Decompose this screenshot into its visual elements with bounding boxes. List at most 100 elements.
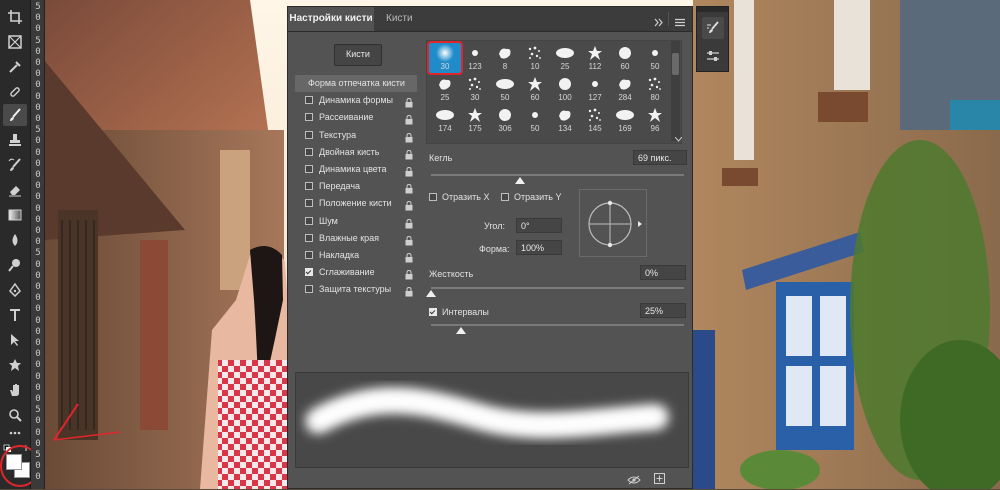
brush-icon[interactable]: [3, 104, 27, 126]
eyedropper-icon[interactable]: [3, 56, 27, 78]
scrollbar-thumb[interactable]: [672, 53, 679, 75]
lock-icon[interactable]: [405, 267, 413, 280]
lock-icon[interactable]: [405, 147, 413, 160]
spacing-slider-thumb[interactable]: [456, 327, 467, 334]
section-checkbox[interactable]: [305, 216, 313, 225]
brush-preset[interactable]: 306: [489, 105, 521, 135]
more-tools-icon[interactable]: [3, 426, 27, 440]
hardness-field[interactable]: 0%: [640, 265, 686, 280]
brush-angle-widget[interactable]: [579, 189, 647, 257]
brushes-button[interactable]: Кисти: [334, 44, 382, 66]
healing-brush-icon[interactable]: [3, 81, 27, 103]
brush-preset[interactable]: 123: [459, 43, 491, 73]
brush-preset[interactable]: 50: [639, 43, 671, 73]
hardness-slider-track[interactable]: [431, 287, 684, 289]
brush-section-5[interactable]: Динамика цвета: [295, 161, 417, 178]
section-checkbox[interactable]: [305, 268, 313, 277]
brush-preset[interactable]: 284: [609, 74, 641, 104]
brush-preset[interactable]: 169: [609, 105, 641, 135]
section-checkbox[interactable]: [305, 113, 313, 122]
brush-preset[interactable]: 175: [459, 105, 491, 135]
create-new-brush-icon[interactable]: [654, 471, 665, 489]
brush-preset[interactable]: 30: [459, 74, 491, 104]
lock-icon[interactable]: [405, 164, 413, 177]
brush-section-8[interactable]: Шум: [295, 213, 417, 230]
pen-icon[interactable]: [3, 279, 27, 301]
custom-shape-icon[interactable]: [3, 354, 27, 376]
gradient-icon[interactable]: [3, 204, 27, 226]
brush-preset[interactable]: 174: [429, 105, 461, 135]
tab-brushes[interactable]: Кисти: [378, 7, 421, 31]
brush-preset[interactable]: 60: [519, 74, 551, 104]
section-checkbox[interactable]: [305, 285, 313, 294]
brush-preset[interactable]: 100: [549, 74, 581, 104]
brush-section-4[interactable]: Двойная кисть: [295, 144, 417, 161]
brush-preset[interactable]: 10: [519, 43, 551, 73]
brush-preset[interactable]: 112: [579, 43, 611, 73]
blur-icon[interactable]: [3, 229, 27, 251]
section-checkbox[interactable]: [305, 165, 313, 173]
lock-icon[interactable]: [405, 181, 413, 194]
chevron-down-icon[interactable]: [674, 129, 683, 147]
section-checkbox[interactable]: [305, 233, 313, 242]
hand-icon[interactable]: [3, 379, 27, 401]
toggle-preview-icon[interactable]: [627, 472, 641, 490]
type-icon[interactable]: [3, 304, 27, 326]
eraser-icon[interactable]: [3, 179, 27, 201]
section-checkbox[interactable]: [305, 147, 313, 156]
size-field[interactable]: 69 пикс.: [633, 150, 687, 165]
brush-section-7[interactable]: Положение кисти: [295, 195, 417, 212]
brush-preset[interactable]: 25: [429, 74, 461, 104]
lock-icon[interactable]: [405, 250, 413, 263]
flip-y-checkbox[interactable]: [501, 193, 509, 201]
brush-preset[interactable]: 80: [639, 74, 671, 104]
spacing-slider-track[interactable]: [431, 324, 684, 326]
brush-preset[interactable]: 145: [579, 105, 611, 135]
flip-x-checkbox[interactable]: [429, 193, 437, 201]
brush-section-0[interactable]: Форма отпечатка кисти: [295, 75, 417, 92]
crop-icon[interactable]: [3, 6, 27, 28]
brush-preset[interactable]: 8: [489, 43, 521, 73]
collapse-panel-icon[interactable]: [654, 14, 664, 32]
brush-preset[interactable]: 60: [609, 43, 641, 73]
frame-icon[interactable]: [3, 31, 27, 53]
section-checkbox[interactable]: [305, 199, 313, 208]
brush-preset[interactable]: 50: [519, 105, 551, 135]
brush-section-6[interactable]: Передача: [295, 178, 417, 195]
spacing-checkbox[interactable]: [429, 308, 437, 316]
lock-icon[interactable]: [405, 284, 413, 297]
brush-section-1[interactable]: Динамика формы: [295, 92, 417, 109]
panel-menu-icon[interactable]: [675, 14, 685, 32]
section-checkbox[interactable]: [305, 130, 313, 139]
brush-section-12[interactable]: Защита текстуры: [295, 281, 417, 298]
brush-preset[interactable]: 25: [549, 43, 581, 73]
history-brush-icon[interactable]: [3, 154, 27, 176]
brush-section-9[interactable]: Влажные края: [295, 230, 417, 247]
brush-section-3[interactable]: Текстура: [295, 127, 417, 144]
lock-icon[interactable]: [405, 112, 413, 125]
brush-section-11[interactable]: Сглаживание: [295, 264, 417, 281]
lock-icon[interactable]: [405, 216, 413, 229]
adjust-icon[interactable]: [702, 45, 724, 67]
brush-section-2[interactable]: Рассеивание: [295, 109, 417, 126]
lock-icon[interactable]: [405, 233, 413, 246]
section-checkbox[interactable]: [305, 96, 313, 105]
brush-preset[interactable]: 30: [427, 41, 463, 75]
size-slider-thumb[interactable]: [514, 177, 525, 184]
angle-field[interactable]: 0°: [516, 218, 562, 233]
brush-preset[interactable]: 127: [579, 74, 611, 104]
section-checkbox[interactable]: [305, 251, 313, 259]
brush-preset[interactable]: 134: [549, 105, 581, 135]
size-slider-track[interactable]: [431, 174, 684, 176]
path-selection-icon[interactable]: [3, 329, 27, 351]
zoom-icon[interactable]: [3, 404, 27, 426]
brush-settings-icon[interactable]: [702, 17, 724, 39]
section-checkbox[interactable]: [305, 182, 313, 191]
dodge-icon[interactable]: [3, 254, 27, 276]
brush-section-10[interactable]: Накладка: [295, 247, 417, 264]
tab-brush-settings[interactable]: Настройки кисти: [288, 7, 374, 31]
lock-icon[interactable]: [405, 130, 413, 143]
roundness-field[interactable]: 100%: [516, 240, 562, 255]
spacing-field[interactable]: 25%: [640, 303, 686, 318]
lock-icon[interactable]: [405, 198, 413, 211]
